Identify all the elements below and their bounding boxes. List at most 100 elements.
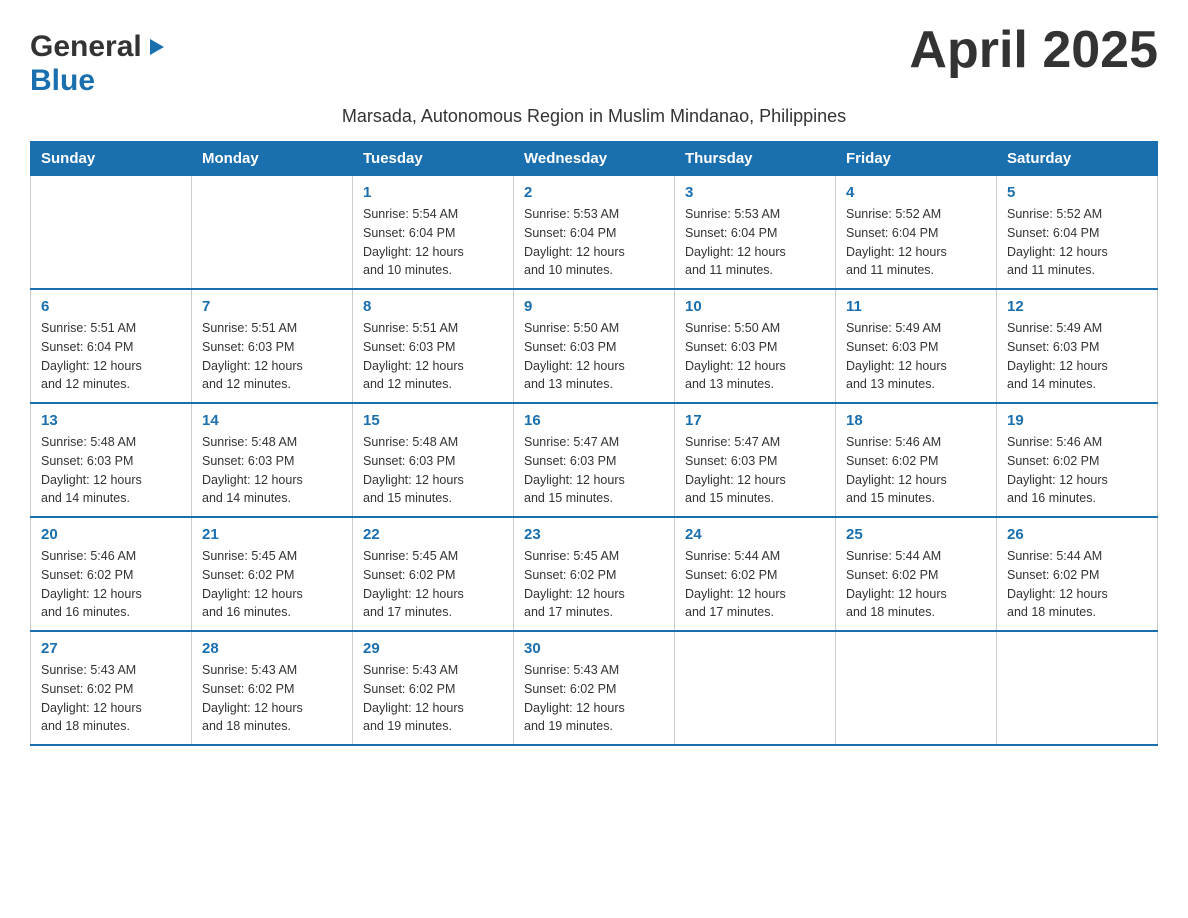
calendar-cell: 25 Sunrise: 5:44 AM Sunset: 6:02 PM Dayli… [836,517,997,631]
day-info: Sunrise: 5:43 AM Sunset: 6:02 PM Dayligh… [202,661,342,736]
day-info: Sunrise: 5:45 AM Sunset: 6:02 PM Dayligh… [524,547,664,622]
day-info: Sunrise: 5:43 AM Sunset: 6:02 PM Dayligh… [363,661,503,736]
calendar-cell: 23 Sunrise: 5:45 AM Sunset: 6:02 PM Dayli… [514,517,675,631]
day-info: Sunrise: 5:54 AM Sunset: 6:04 PM Dayligh… [363,205,503,280]
calendar-week-row: 20 Sunrise: 5:46 AM Sunset: 6:02 PM Dayli… [31,517,1158,631]
day-info: Sunrise: 5:47 AM Sunset: 6:03 PM Dayligh… [685,433,825,508]
calendar-week-row: 1 Sunrise: 5:54 AM Sunset: 6:04 PM Daylig… [31,176,1158,290]
calendar-cell: 11Sunrise: 5:49 AM Sunset: 6:03 PM Dayli… [836,289,997,403]
day-number: 14 [202,412,342,429]
day-info: Sunrise: 5:48 AM Sunset: 6:03 PM Dayligh… [41,433,181,508]
day-number: 6 [41,298,181,315]
day-info: Sunrise: 5:47 AM Sunset: 6:03 PM Dayligh… [524,433,664,508]
calendar-cell: 15 Sunrise: 5:48 AM Sunset: 6:03 PM Dayli… [353,403,514,517]
calendar-table: SundayMondayTuesdayWednesdayThursdayFrid… [30,141,1158,746]
day-number: 1 [363,184,503,201]
calendar-cell: 18Sunrise: 5:46 AM Sunset: 6:02 PM Dayli… [836,403,997,517]
day-info: Sunrise: 5:51 AM Sunset: 6:03 PM Dayligh… [202,319,342,394]
calendar-cell [997,631,1158,745]
day-number: 12 [1007,298,1147,315]
calendar-cell: 6 Sunrise: 5:51 AM Sunset: 6:04 PM Daylig… [31,289,192,403]
day-number: 15 [363,412,503,429]
day-info: Sunrise: 5:48 AM Sunset: 6:03 PM Dayligh… [363,433,503,508]
day-number: 24 [685,526,825,543]
day-info: Sunrise: 5:49 AM Sunset: 6:03 PM Dayligh… [1007,319,1147,394]
day-info: Sunrise: 5:48 AM Sunset: 6:03 PM Dayligh… [202,433,342,508]
day-number: 26 [1007,526,1147,543]
day-number: 17 [685,412,825,429]
calendar-cell: 30 Sunrise: 5:43 AM Sunset: 6:02 PM Dayli… [514,631,675,745]
page-header: General Blue April 2025 [30,20,1158,98]
day-info: Sunrise: 5:43 AM Sunset: 6:02 PM Dayligh… [524,661,664,736]
calendar-cell: 3 Sunrise: 5:53 AM Sunset: 6:04 PM Daylig… [675,176,836,290]
day-info: Sunrise: 5:44 AM Sunset: 6:02 PM Dayligh… [1007,547,1147,622]
day-number: 28 [202,640,342,657]
calendar-cell: 22Sunrise: 5:45 AM Sunset: 6:02 PM Dayli… [353,517,514,631]
day-number: 10 [685,298,825,315]
day-number: 2 [524,184,664,201]
day-number: 9 [524,298,664,315]
weekday-header-monday: Monday [192,142,353,176]
calendar-cell: 8 Sunrise: 5:51 AM Sunset: 6:03 PM Daylig… [353,289,514,403]
weekday-header-wednesday: Wednesday [514,142,675,176]
calendar-cell: 16 Sunrise: 5:47 AM Sunset: 6:03 PM Dayli… [514,403,675,517]
weekday-header-sunday: Sunday [31,142,192,176]
day-info: Sunrise: 5:45 AM Sunset: 6:02 PM Dayligh… [202,547,342,622]
calendar-cell [836,631,997,745]
day-number: 21 [202,526,342,543]
calendar-cell [675,631,836,745]
logo: General Blue [30,30,166,98]
day-number: 4 [846,184,986,201]
calendar-cell: 9Sunrise: 5:50 AM Sunset: 6:03 PM Daylig… [514,289,675,403]
day-info: Sunrise: 5:49 AM Sunset: 6:03 PM Dayligh… [846,319,986,394]
day-number: 20 [41,526,181,543]
day-info: Sunrise: 5:53 AM Sunset: 6:04 PM Dayligh… [524,205,664,280]
day-info: Sunrise: 5:51 AM Sunset: 6:04 PM Dayligh… [41,319,181,394]
calendar-week-row: 27 Sunrise: 5:43 AM Sunset: 6:02 PM Dayli… [31,631,1158,745]
day-number: 8 [363,298,503,315]
day-number: 30 [524,640,664,657]
calendar-cell: 24 Sunrise: 5:44 AM Sunset: 6:02 PM Dayli… [675,517,836,631]
day-number: 29 [363,640,503,657]
calendar-cell [31,176,192,290]
weekday-header-row: SundayMondayTuesdayWednesdayThursdayFrid… [31,142,1158,176]
day-number: 27 [41,640,181,657]
day-number: 18 [846,412,986,429]
day-info: Sunrise: 5:46 AM Sunset: 6:02 PM Dayligh… [41,547,181,622]
calendar-cell: 4 Sunrise: 5:52 AM Sunset: 6:04 PM Daylig… [836,176,997,290]
day-info: Sunrise: 5:43 AM Sunset: 6:02 PM Dayligh… [41,661,181,736]
calendar-cell [192,176,353,290]
day-info: Sunrise: 5:51 AM Sunset: 6:03 PM Dayligh… [363,319,503,394]
calendar-cell: 12 Sunrise: 5:49 AM Sunset: 6:03 PM Dayli… [997,289,1158,403]
calendar-cell: 27 Sunrise: 5:43 AM Sunset: 6:02 PM Dayli… [31,631,192,745]
day-info: Sunrise: 5:50 AM Sunset: 6:03 PM Dayligh… [685,319,825,394]
day-number: 3 [685,184,825,201]
calendar-cell: 28 Sunrise: 5:43 AM Sunset: 6:02 PM Dayli… [192,631,353,745]
day-number: 25 [846,526,986,543]
day-info: Sunrise: 5:46 AM Sunset: 6:02 PM Dayligh… [1007,433,1147,508]
calendar-cell: 21 Sunrise: 5:45 AM Sunset: 6:02 PM Dayli… [192,517,353,631]
day-info: Sunrise: 5:53 AM Sunset: 6:04 PM Dayligh… [685,205,825,280]
calendar-cell: 5 Sunrise: 5:52 AM Sunset: 6:04 PM Daylig… [997,176,1158,290]
calendar-cell: 29 Sunrise: 5:43 AM Sunset: 6:02 PM Dayli… [353,631,514,745]
day-info: Sunrise: 5:44 AM Sunset: 6:02 PM Dayligh… [846,547,986,622]
calendar-cell: 13 Sunrise: 5:48 AM Sunset: 6:03 PM Dayli… [31,403,192,517]
calendar-cell: 14 Sunrise: 5:48 AM Sunset: 6:03 PM Dayli… [192,403,353,517]
calendar-cell: 19Sunrise: 5:46 AM Sunset: 6:02 PM Dayli… [997,403,1158,517]
calendar-cell: 17 Sunrise: 5:47 AM Sunset: 6:03 PM Dayli… [675,403,836,517]
day-info: Sunrise: 5:44 AM Sunset: 6:02 PM Dayligh… [685,547,825,622]
day-number: 22 [363,526,503,543]
calendar-cell: 7Sunrise: 5:51 AM Sunset: 6:03 PM Daylig… [192,289,353,403]
day-info: Sunrise: 5:52 AM Sunset: 6:04 PM Dayligh… [1007,205,1147,280]
weekday-header-friday: Friday [836,142,997,176]
day-number: 5 [1007,184,1147,201]
weekday-header-thursday: Thursday [675,142,836,176]
day-info: Sunrise: 5:52 AM Sunset: 6:04 PM Dayligh… [846,205,986,280]
calendar-cell: 20 Sunrise: 5:46 AM Sunset: 6:02 PM Dayli… [31,517,192,631]
day-number: 13 [41,412,181,429]
day-number: 23 [524,526,664,543]
logo-blue-text: Blue [30,64,95,97]
page-subtitle: Marsada, Autonomous Region in Muslim Min… [30,106,1158,127]
logo-general-text: General [30,30,142,64]
day-number: 16 [524,412,664,429]
